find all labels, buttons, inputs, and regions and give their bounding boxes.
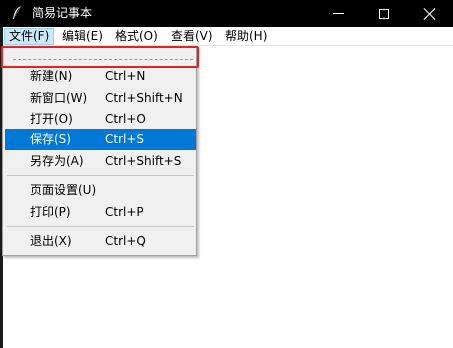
menu-item-label: 新窗口(W) <box>30 91 88 105</box>
feather-pen-icon <box>10 5 24 21</box>
minimize-icon <box>332 13 344 14</box>
menu-item-label: 保存(S) <box>30 132 71 146</box>
menu-edit[interactable]: 编辑(E) <box>58 28 107 45</box>
notepad-window: 简易记事本 文件(F) 编辑(E) 格式(O) 查看(V) 帮助(H) 新建(N… <box>0 0 453 348</box>
menu-item-label: 另存为(A) <box>30 154 84 168</box>
menu-item-shortcut: Ctrl+P <box>105 205 144 219</box>
menu-separator <box>7 175 194 176</box>
menu-item-save[interactable]: 保存(S) Ctrl+S <box>5 129 196 150</box>
minimize-button[interactable] <box>315 0 361 27</box>
menu-view[interactable]: 查看(V) <box>167 28 217 45</box>
close-icon <box>424 8 436 20</box>
menu-separator <box>7 226 194 227</box>
menu-item-new-window[interactable]: 新窗口(W) Ctrl+Shift+N <box>5 88 196 109</box>
menu-item-shortcut: Ctrl+Q <box>105 234 146 248</box>
menu-item-save-as[interactable]: 另存为(A) Ctrl+Shift+S <box>5 151 196 172</box>
menu-item-label: 退出(X) <box>30 234 72 248</box>
close-button[interactable] <box>407 0 453 27</box>
menu-item-shortcut: Ctrl+N <box>105 69 146 83</box>
menu-item-page-setup[interactable]: 页面设置(U) <box>5 180 196 201</box>
menu-item-label: 页面设置(U) <box>30 183 97 197</box>
menu-file[interactable]: 文件(F) <box>4 28 55 45</box>
menu-item-shortcut: Ctrl+S <box>105 132 145 146</box>
menu-item-shortcut: Ctrl+Shift+S <box>105 154 182 168</box>
menu-item-label: 打开(O) <box>30 112 73 126</box>
menu-format[interactable]: 格式(O) <box>111 28 162 45</box>
menu-item-shortcut: Ctrl+Shift+N <box>105 91 183 105</box>
menu-bar: 文件(F) 编辑(E) 格式(O) 查看(V) 帮助(H) <box>0 27 453 46</box>
title-bar[interactable]: 简易记事本 <box>0 0 453 27</box>
highlight-outline <box>1 46 199 68</box>
menu-item-new[interactable]: 新建(N) Ctrl+N <box>5 66 196 87</box>
menu-item-print[interactable]: 打印(P) Ctrl+P <box>5 202 196 223</box>
menu-item-label: 打印(P) <box>30 205 71 219</box>
maximize-icon <box>379 8 389 19</box>
menu-item-shortcut: Ctrl+O <box>105 112 146 126</box>
menu-item-exit[interactable]: 退出(X) Ctrl+Q <box>5 231 196 252</box>
menu-item-label: 新建(N) <box>30 69 73 83</box>
file-menu-dropdown: 新建(N) Ctrl+N 新窗口(W) Ctrl+Shift+N 打开(O) C… <box>2 46 197 256</box>
window-title: 简易记事本 <box>32 6 93 20</box>
maximize-button[interactable] <box>361 0 407 27</box>
menu-item-open[interactable]: 打开(O) Ctrl+O <box>5 109 196 130</box>
menu-help[interactable]: 帮助(H) <box>221 28 271 45</box>
